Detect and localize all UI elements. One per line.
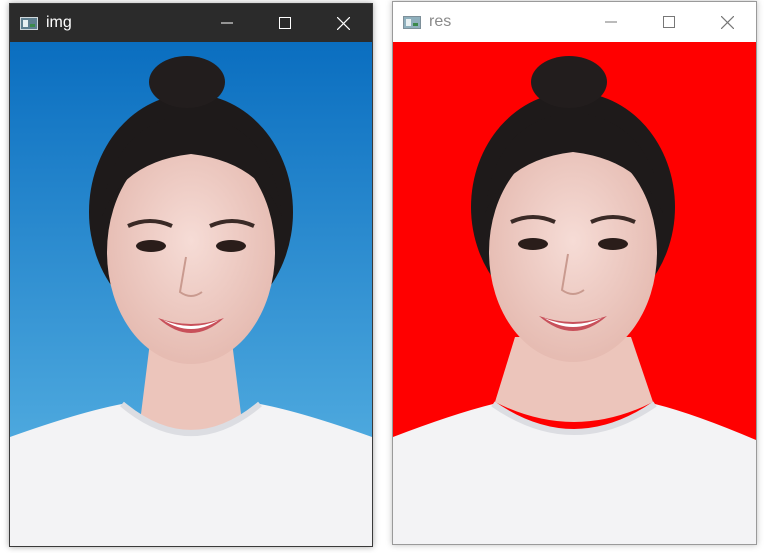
image-window-icon: [20, 16, 38, 30]
close-button[interactable]: [314, 4, 372, 42]
window-title: res: [429, 13, 452, 30]
img-window-titlebar[interactable]: img: [10, 4, 372, 42]
portrait-photo: [10, 42, 372, 546]
minimize-icon: [221, 22, 233, 24]
minimize-button[interactable]: [198, 4, 256, 42]
window-controls: [198, 4, 372, 42]
minimize-icon: [605, 21, 617, 23]
portrait-photo: [393, 42, 756, 544]
maximize-icon: [663, 16, 675, 28]
img-image-canvas[interactable]: [10, 42, 372, 546]
window-title: img: [46, 14, 72, 31]
img-window[interactable]: img: [9, 3, 373, 547]
close-icon: [720, 15, 734, 29]
maximize-button[interactable]: [256, 4, 314, 42]
res-image-canvas[interactable]: [393, 42, 756, 544]
maximize-icon: [279, 17, 291, 29]
maximize-button[interactable]: [640, 2, 698, 42]
minimize-button[interactable]: [582, 2, 640, 42]
close-button[interactable]: [698, 2, 756, 42]
window-controls: [582, 2, 756, 42]
close-icon: [336, 16, 350, 30]
res-window-titlebar[interactable]: res: [393, 2, 756, 42]
res-window[interactable]: res: [392, 1, 757, 545]
image-window-icon: [403, 15, 421, 29]
